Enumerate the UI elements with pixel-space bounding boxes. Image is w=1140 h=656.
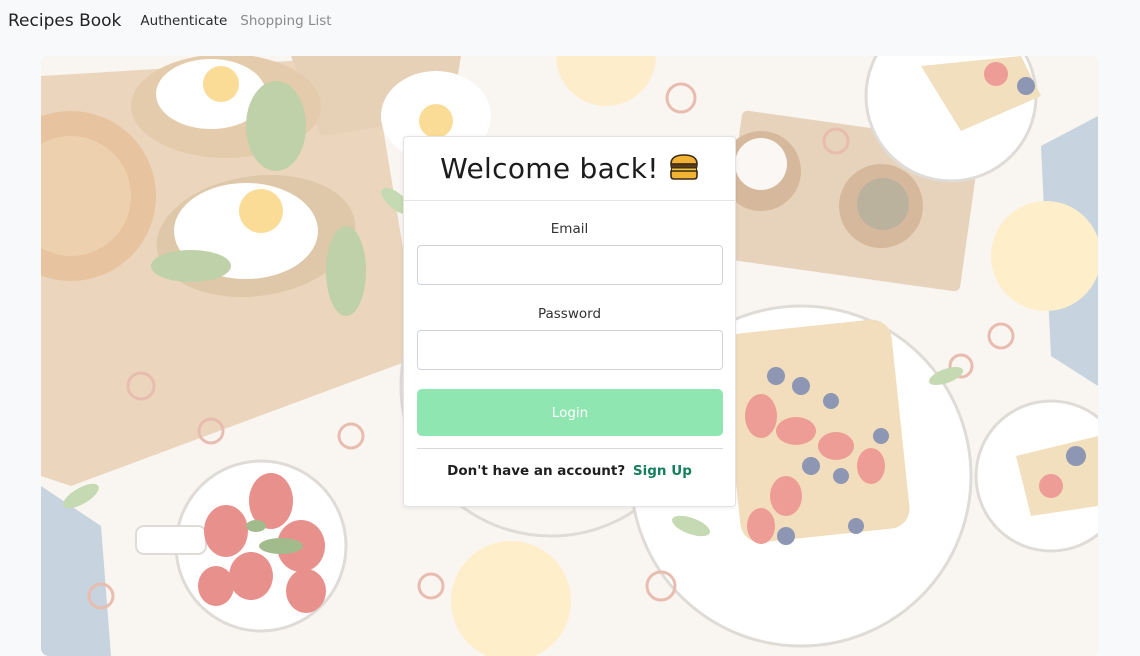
login-button[interactable]: Login: [417, 389, 723, 436]
top-navbar: Recipes Book Authenticate Shopping List: [0, 0, 1140, 42]
email-label: Email: [550, 221, 589, 237]
signup-link[interactable]: Sign Up: [633, 463, 692, 479]
password-input[interactable]: [417, 330, 723, 370]
login-card: Welcome back! Email Password Login Don't…: [403, 136, 736, 507]
signup-prompt-row: Don't have an account? Sign Up: [404, 463, 735, 479]
nav-link-shopping-list[interactable]: Shopping List: [240, 13, 331, 29]
nav-link-authenticate[interactable]: Authenticate: [140, 13, 227, 29]
login-card-header: Welcome back!: [404, 137, 735, 201]
card-divider: [417, 448, 723, 449]
brand-logo[interactable]: Recipes Book: [8, 11, 121, 31]
signup-prompt: Don't have an account?: [447, 463, 626, 479]
welcome-title: Welcome back!: [440, 152, 659, 185]
burger-icon: [669, 153, 699, 184]
email-input[interactable]: [417, 245, 723, 285]
password-label: Password: [537, 306, 602, 322]
